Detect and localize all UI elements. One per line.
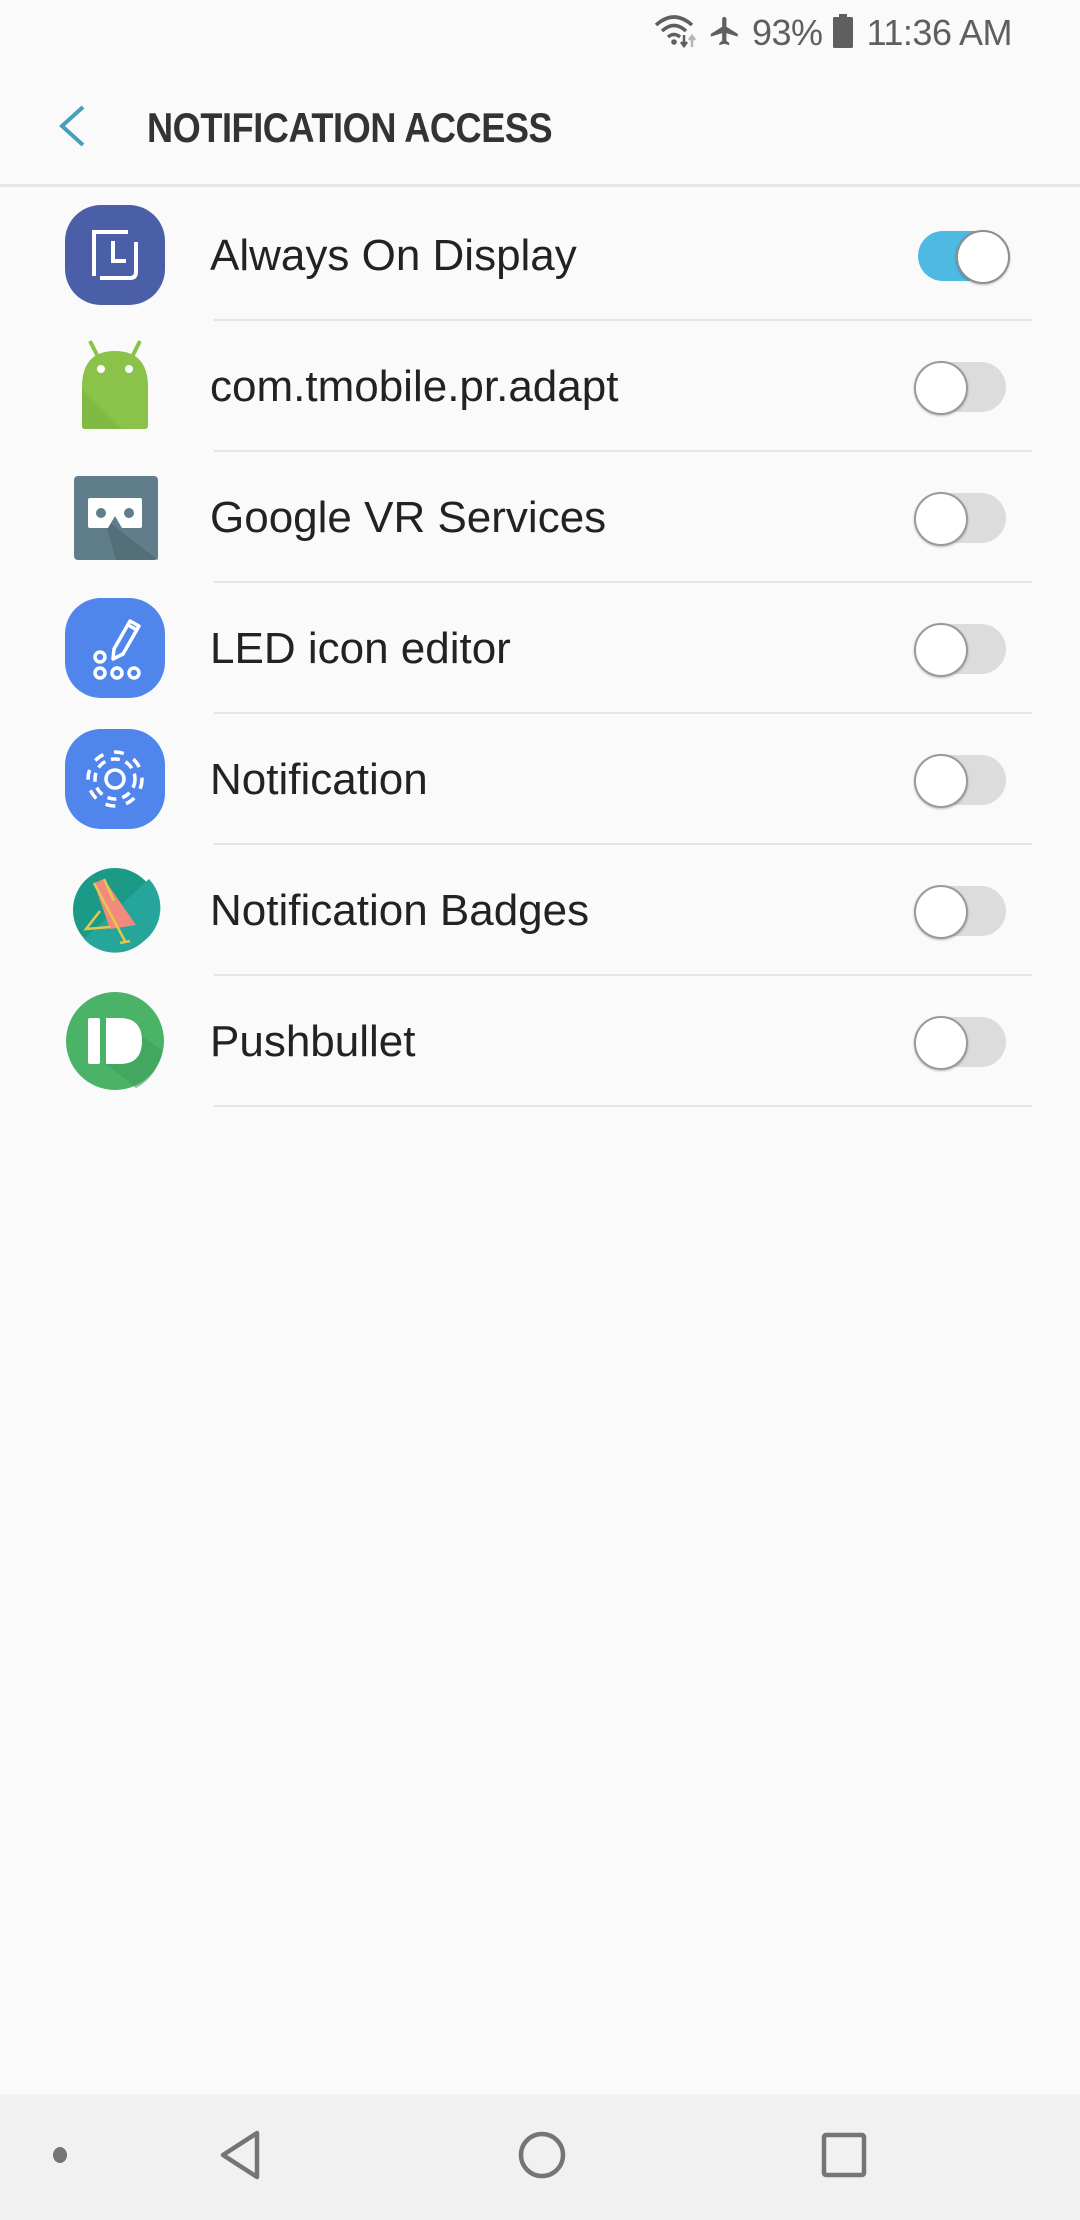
clock: 11:36 AM: [866, 12, 1013, 53]
list-item[interactable]: Notification: [0, 714, 1080, 845]
app-name: LED icon editor: [210, 623, 511, 673]
app-name: Notification: [210, 754, 428, 804]
back-button[interactable]: [46, 100, 98, 156]
hide-keyboard-button[interactable]: [30, 2094, 90, 2220]
gear-icon: [64, 728, 166, 830]
recents-square-icon: [821, 2132, 867, 2183]
access-toggle[interactable]: [914, 491, 1010, 546]
wifi-data-icon: [654, 13, 698, 54]
beach-chair-icon: [64, 859, 166, 961]
app-bar: NOTIFICATION ACCESS: [0, 66, 1080, 187]
app-name: Pushbullet: [210, 1016, 416, 1066]
access-toggle[interactable]: [914, 622, 1010, 677]
navigation-bar: [0, 2094, 1080, 2220]
app-name: com.tmobile.pr.adapt: [210, 361, 619, 411]
battery-icon: [832, 13, 853, 53]
home-circle-icon: [517, 2130, 567, 2185]
list-item[interactable]: Notification Badges: [0, 845, 1080, 976]
notification-access-list: Always On Display com.tmobile.pr.adapt G…: [0, 190, 1080, 1107]
app-name: Always On Display: [210, 230, 577, 280]
access-toggle[interactable]: [914, 360, 1010, 415]
nav-home-button[interactable]: [492, 2094, 592, 2220]
chevron-left-icon: [57, 104, 87, 153]
list-item[interactable]: Pushbullet: [0, 976, 1080, 1107]
list-item[interactable]: Google VR Services: [0, 452, 1080, 583]
battery-percent: 93%: [752, 12, 823, 53]
access-toggle[interactable]: [914, 884, 1010, 939]
access-toggle[interactable]: [914, 1015, 1010, 1070]
vr-headset-icon: [64, 466, 166, 568]
list-item[interactable]: Always On Display: [0, 190, 1080, 321]
android-robot-icon: [64, 335, 166, 437]
list-item[interactable]: LED icon editor: [0, 583, 1080, 714]
led-editor-pencil-icon: [64, 597, 166, 699]
page-title: NOTIFICATION ACCESS: [147, 104, 553, 151]
back-triangle-icon: [217, 2129, 263, 2186]
always-on-display-icon: [64, 204, 166, 306]
divider: [214, 1105, 1032, 1107]
airplane-mode-icon: [708, 14, 742, 53]
access-toggle[interactable]: [914, 229, 1010, 284]
status-bar: 93% 11:36 AM: [0, 0, 1080, 66]
nav-back-button[interactable]: [190, 2094, 290, 2220]
dot-icon: [52, 2146, 68, 2169]
pushbullet-icon: [64, 990, 166, 1092]
nav-recents-button[interactable]: [794, 2094, 894, 2220]
access-toggle[interactable]: [914, 753, 1010, 808]
list-item[interactable]: com.tmobile.pr.adapt: [0, 321, 1080, 452]
app-name: Notification Badges: [210, 885, 590, 935]
app-name: Google VR Services: [210, 492, 607, 542]
